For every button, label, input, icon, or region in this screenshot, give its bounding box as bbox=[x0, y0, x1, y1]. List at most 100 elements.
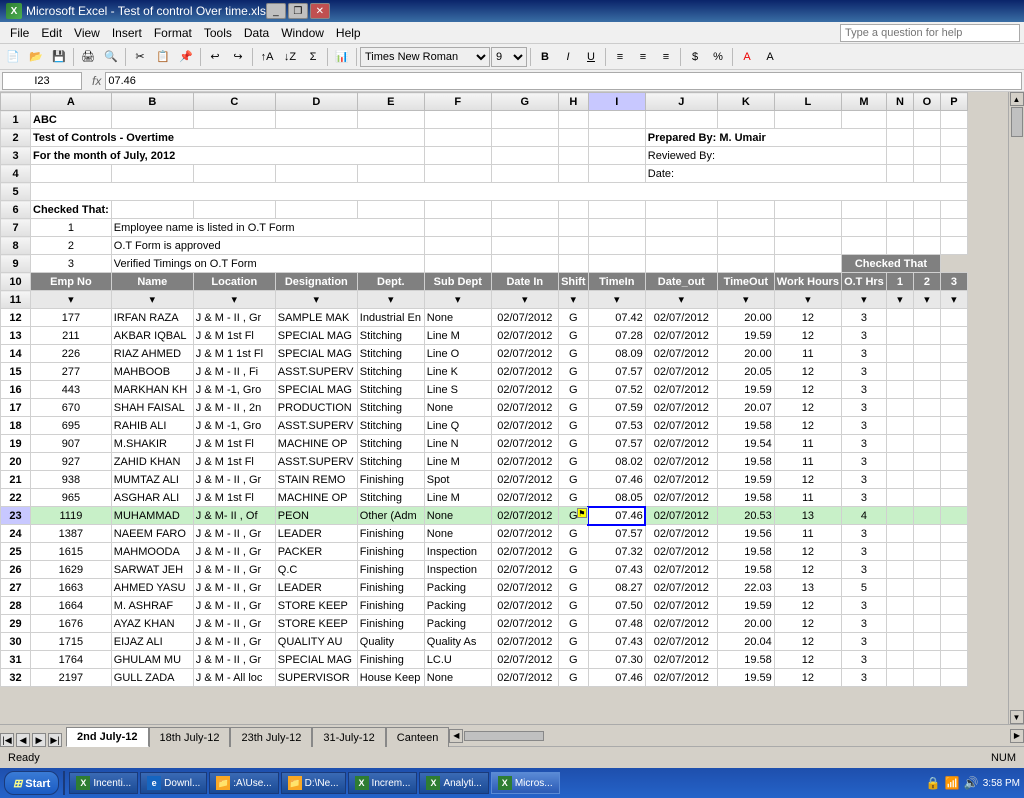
cell-l9[interactable] bbox=[774, 255, 841, 273]
cell-f8[interactable] bbox=[424, 237, 491, 255]
sheet-nav-last[interactable]: ▶| bbox=[48, 733, 62, 747]
tab-31-july[interactable]: 31-July-12 bbox=[312, 727, 385, 747]
cell-i6[interactable] bbox=[588, 201, 645, 219]
taskbar-item-6[interactable]: X Analyti... bbox=[419, 772, 488, 794]
filter-3[interactable]: ▾ bbox=[940, 291, 967, 309]
percent-button[interactable]: % bbox=[707, 46, 729, 68]
cell-m6[interactable] bbox=[841, 201, 886, 219]
cell-a6[interactable]: Checked That: bbox=[31, 201, 112, 219]
rownum-22[interactable]: 22 bbox=[1, 489, 31, 507]
rownum-23[interactable]: 23 bbox=[1, 507, 31, 525]
cell-b7[interactable]: Employee name is listed in O.T Form bbox=[111, 219, 424, 237]
rownum-15[interactable]: 15 bbox=[1, 363, 31, 381]
col-header-p[interactable]: P bbox=[940, 93, 967, 111]
copy-button[interactable]: 📋 bbox=[152, 46, 174, 68]
rownum-18[interactable]: 18 bbox=[1, 417, 31, 435]
font-color[interactable]: A bbox=[759, 46, 781, 68]
cell-b1[interactable] bbox=[111, 111, 193, 129]
align-center[interactable]: ≡ bbox=[632, 46, 654, 68]
scroll-left[interactable]: ◀ bbox=[449, 729, 463, 743]
col-header-g[interactable]: G bbox=[491, 93, 558, 111]
cell-c6[interactable] bbox=[193, 201, 275, 219]
rownum-26[interactable]: 26 bbox=[1, 561, 31, 579]
horizontal-scrollbar[interactable]: ◀ ▶ bbox=[449, 725, 1024, 746]
rownum-13[interactable]: 13 bbox=[1, 327, 31, 345]
taskbar-item-1[interactable]: X Incenti... bbox=[69, 772, 138, 794]
cell-j2[interactable]: Prepared By: M. Umair bbox=[645, 129, 886, 147]
tab-18th-july[interactable]: 18th July-12 bbox=[149, 727, 231, 747]
menu-file[interactable]: File bbox=[4, 24, 35, 42]
vertical-scrollbar[interactable]: ▲ ▼ bbox=[1008, 92, 1024, 724]
col-header-l[interactable]: L bbox=[774, 93, 841, 111]
cell-a3[interactable]: For the month of July, 2012 bbox=[31, 147, 425, 165]
cell-j7[interactable] bbox=[645, 219, 717, 237]
cell-o2[interactable] bbox=[913, 129, 940, 147]
cell-f4[interactable] bbox=[424, 165, 491, 183]
cell-f2[interactable] bbox=[424, 129, 491, 147]
filter-location[interactable]: ▾ bbox=[193, 291, 275, 309]
start-button[interactable]: ⊞ Start bbox=[4, 771, 59, 795]
cell-j4[interactable]: Date: bbox=[645, 165, 886, 183]
cell-b9[interactable]: Verified Timings on O.T Form bbox=[111, 255, 424, 273]
rownum-21[interactable]: 21 bbox=[1, 471, 31, 489]
close-button[interactable]: ✕ bbox=[310, 3, 330, 19]
cell-k9[interactable] bbox=[717, 255, 774, 273]
col-header-m[interactable]: M bbox=[841, 93, 886, 111]
menu-tools[interactable]: Tools bbox=[198, 24, 238, 42]
rownum-30[interactable]: 30 bbox=[1, 633, 31, 651]
cell-d1[interactable] bbox=[275, 111, 357, 129]
cell-p1[interactable] bbox=[940, 111, 967, 129]
scroll-thumb[interactable] bbox=[1011, 107, 1023, 137]
cell-m8[interactable] bbox=[841, 237, 886, 255]
undo-button[interactable]: ↩ bbox=[204, 46, 226, 68]
cell-a1[interactable]: ABC bbox=[31, 111, 112, 129]
col-header-f[interactable]: F bbox=[424, 93, 491, 111]
cell-a4[interactable] bbox=[31, 165, 112, 183]
cell-n3[interactable] bbox=[886, 147, 913, 165]
paste-button[interactable]: 📌 bbox=[175, 46, 197, 68]
cell-a9[interactable]: 3 bbox=[31, 255, 112, 273]
rownum-3[interactable]: 3 bbox=[1, 147, 31, 165]
cell-e1[interactable] bbox=[357, 111, 424, 129]
cell-j9[interactable] bbox=[645, 255, 717, 273]
cell-h2[interactable] bbox=[558, 129, 588, 147]
filter-1[interactable]: ▾ bbox=[886, 291, 913, 309]
taskbar-item-4[interactable]: 📁 D:\Ne... bbox=[281, 772, 346, 794]
filter-subdept[interactable]: ▾ bbox=[424, 291, 491, 309]
cell-n4[interactable] bbox=[886, 165, 913, 183]
cell-f3[interactable] bbox=[424, 147, 491, 165]
cell-g9[interactable] bbox=[491, 255, 558, 273]
rownum-25[interactable]: 25 bbox=[1, 543, 31, 561]
filter-empno[interactable]: ▾ bbox=[31, 291, 112, 309]
cell-o7[interactable] bbox=[913, 219, 940, 237]
cell-e6[interactable] bbox=[357, 201, 424, 219]
cell-m7[interactable] bbox=[841, 219, 886, 237]
cell-h3[interactable] bbox=[558, 147, 588, 165]
hscroll-thumb[interactable] bbox=[464, 731, 544, 741]
cell-g1[interactable] bbox=[491, 111, 558, 129]
cell-c4[interactable] bbox=[193, 165, 275, 183]
cell-p3[interactable] bbox=[940, 147, 967, 165]
rownum-24[interactable]: 24 bbox=[1, 525, 31, 543]
filter-shift[interactable]: ▾ bbox=[558, 291, 588, 309]
col-header-n[interactable]: N bbox=[886, 93, 913, 111]
cell-o4[interactable] bbox=[913, 165, 940, 183]
cell-i9[interactable] bbox=[588, 255, 645, 273]
cell-g3[interactable] bbox=[491, 147, 558, 165]
col-header-o[interactable]: O bbox=[913, 93, 940, 111]
minimize-button[interactable]: _ bbox=[266, 3, 286, 19]
rownum-19[interactable]: 19 bbox=[1, 435, 31, 453]
cell-j1[interactable] bbox=[645, 111, 717, 129]
rownum-17[interactable]: 17 bbox=[1, 399, 31, 417]
cell-n8[interactable] bbox=[886, 237, 913, 255]
cell-p7[interactable] bbox=[940, 219, 967, 237]
cell-k6[interactable] bbox=[717, 201, 774, 219]
name-box[interactable] bbox=[2, 72, 82, 90]
font-size-select[interactable]: 9 bbox=[491, 47, 527, 67]
cell-g2[interactable] bbox=[491, 129, 558, 147]
cell-i7[interactable] bbox=[588, 219, 645, 237]
filter-datein[interactable]: ▾ bbox=[491, 291, 558, 309]
window-controls[interactable]: _ ❐ ✕ bbox=[266, 3, 330, 19]
rownum-8[interactable]: 8 bbox=[1, 237, 31, 255]
rownum-4[interactable]: 4 bbox=[1, 165, 31, 183]
